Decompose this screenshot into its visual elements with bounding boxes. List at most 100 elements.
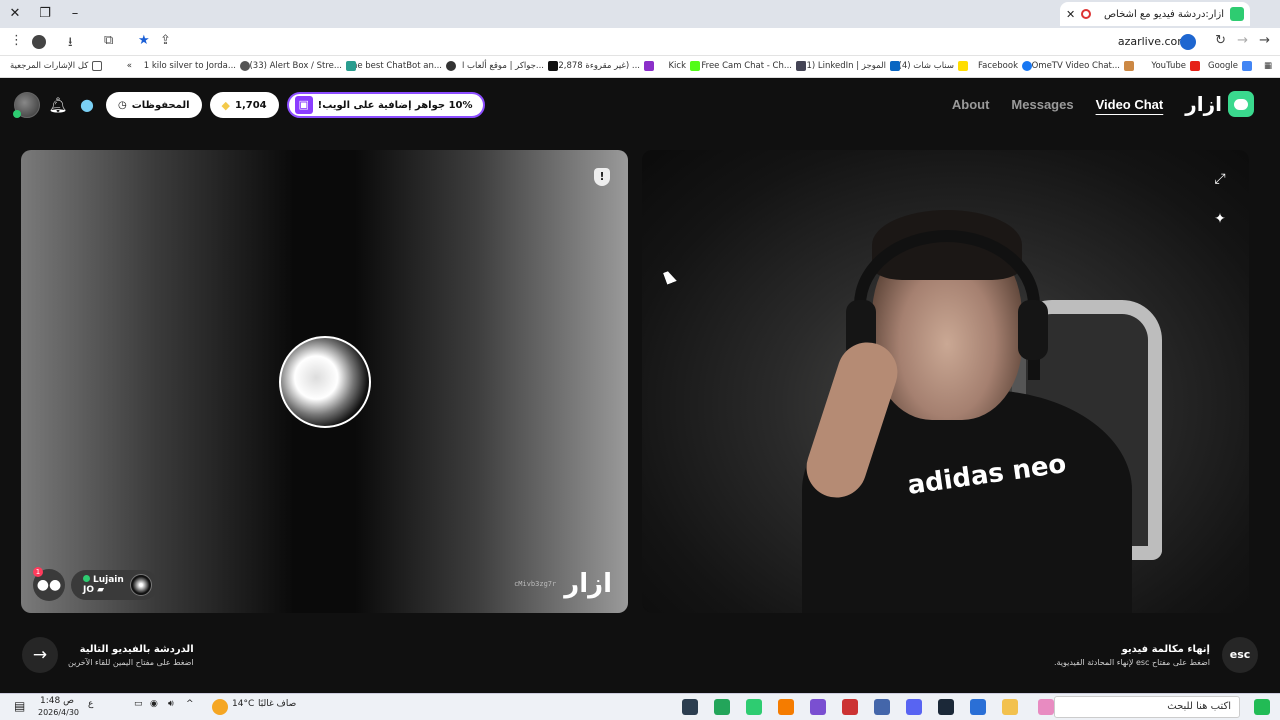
bell-icon[interactable]: 🔔︎ (48, 95, 68, 115)
bookmark-snapchat[interactable]: (4) سناب شات (899, 61, 968, 71)
clock-time[interactable]: 1:48 ص (40, 696, 74, 706)
close-tab-icon[interactable]: ✕ (1066, 8, 1075, 21)
user-avatar[interactable] (13, 92, 40, 118)
self-video-panel: adidas neo ⤢ ✦ (642, 150, 1249, 613)
nav-messages[interactable]: Messages (1011, 97, 1073, 112)
minimize-window-icon[interactable]: – (64, 4, 86, 24)
more-bookmarks-icon[interactable]: « (127, 61, 132, 71)
bookmark-google[interactable]: Google (1208, 61, 1252, 71)
weather-icon[interactable] (212, 699, 228, 715)
volume-icon[interactable]: 🔊︎ (168, 699, 174, 709)
next-video-chat[interactable]: → الدردشة بالفيديو التالية اضغط على مفتا… (22, 637, 194, 673)
jordan-flag-icon: ▰ (97, 585, 105, 595)
task-view-icon[interactable] (1034, 699, 1050, 715)
end-title: إنهاء مكالمة فيديو (1121, 643, 1210, 655)
recording-icon (1081, 9, 1092, 19)
azar-watermark: cMivb3zg7r ازار (514, 569, 612, 599)
all-bookmarks[interactable]: كل الإشارات المرجعية (10, 61, 103, 71)
watermark-text: ازار (564, 569, 612, 599)
bookmark-ometv[interactable]: OmeTV Video Chat... (1032, 61, 1134, 71)
nav-right: About Messages Video Chat ازار (952, 91, 1254, 117)
discord-icon[interactable] (906, 699, 922, 715)
chrome-icon[interactable] (746, 699, 762, 715)
bookmark-chatbot[interactable]: The best ChatBot an... (347, 61, 456, 71)
apps-grid-icon[interactable]: ▦ (1264, 61, 1272, 71)
browser-titlebar: ✕ ❐ – + أزار:دردشة فيديو مع أشخاص ✕ (0, 0, 1280, 28)
windows-taskbar: اكتب هنا للبحث صاف غالبًا 14°C ^ 🔊︎ ◉ ▭ … (0, 693, 1280, 720)
clock-icon: ◷ (118, 99, 127, 111)
nav-left: 🔔︎ ● ◷ المحفوظات ◆ 1,704 ▣ 10% جواهر إضا… (13, 92, 485, 118)
gift-offer-button[interactable]: ▣ 10% جواهر إضافية على الويب! (286, 92, 485, 118)
report-icon[interactable]: ! (594, 168, 610, 186)
nav-about[interactable]: About (952, 97, 990, 112)
gift-icon: ▣ (294, 96, 313, 114)
brand-wordmark: ازار (1185, 92, 1222, 116)
end-video-call[interactable]: إنهاء مكالمة فيديو اضغط على مفتاح esc لإ… (1054, 637, 1258, 673)
azar-logo-icon (1228, 91, 1254, 117)
file-explorer-icon[interactable] (1002, 699, 1018, 715)
chat-button[interactable]: 1 ●● (33, 567, 65, 601)
steam-icon[interactable] (938, 699, 954, 715)
gift-offer-label: 10% جواهر إضافية على الويب! (317, 99, 473, 111)
app-icon-3[interactable] (714, 699, 730, 715)
bookmark-silver[interactable]: 1 kilo silver to Jorda... (144, 61, 250, 71)
next-subtitle: اضغط على مفتاح اليمين للقاء الآخرين (68, 657, 194, 667)
notifications-icon[interactable]: ▤ (14, 699, 25, 713)
opera-icon[interactable] (842, 699, 858, 715)
partner-country: JO (83, 585, 94, 595)
azar-favicon-icon (1230, 7, 1244, 21)
extension-badge-icon[interactable] (1180, 34, 1196, 50)
tray-chevron-icon[interactable]: ^ (186, 699, 194, 709)
mic-icon[interactable]: ◉ (150, 699, 158, 709)
magic-wand-icon[interactable]: ✦ (1211, 210, 1229, 228)
profile-icon[interactable] (32, 35, 46, 49)
network-icon[interactable]: ▭ (134, 699, 143, 709)
gems-button[interactable]: ◆ 1,704 (209, 92, 279, 118)
taskbar-search[interactable]: اكتب هنا للبحث (1054, 696, 1240, 718)
download-icon[interactable]: ⭳ (68, 33, 73, 55)
partner-mini-avatar (129, 574, 152, 596)
next-arrow-icon[interactable]: → (22, 637, 58, 673)
clock-date[interactable]: 2026/4/30 (38, 708, 79, 717)
bookmark-facebook[interactable]: Facebook (978, 61, 1032, 71)
browser-tab[interactable]: أزار:دردشة فيديو مع أشخاص ✕ (1060, 2, 1250, 26)
bookmark-freecam[interactable]: Free Cam Chat - Ch... (701, 61, 806, 71)
address-bar: ⋮ ⭳ ⧉ ★ ⇪ azarlive.com ↻ → → (0, 28, 1280, 56)
app-icon-4[interactable] (682, 699, 698, 715)
bookmark-kick[interactable]: Kick (668, 61, 700, 71)
bookmark-mail[interactable]: (22,878 غير مقروءة) ... (550, 61, 654, 71)
azar-app: 🔔︎ ● ◷ المحفوظات ◆ 1,704 ▣ 10% جواهر إضا… (0, 79, 1280, 693)
back-icon[interactable]: → (1237, 33, 1248, 48)
gems-count: 1,704 (235, 99, 267, 111)
close-window-icon[interactable]: ✕ (4, 4, 26, 24)
bookmark-jawaker[interactable]: جواكر | موقع ألعاب ا... (462, 61, 558, 71)
bookmark-youtube[interactable]: YouTube (1151, 61, 1200, 71)
bookmark-linkedin[interactable]: (1) LinkedIn | الموجز (803, 61, 900, 71)
forward-icon[interactable]: → (1259, 33, 1270, 48)
weather-desc: صاف غالبًا (258, 699, 297, 709)
brand-logo[interactable]: ازار (1185, 91, 1254, 117)
bookmark-star-icon[interactable]: ★ (138, 33, 150, 48)
menu-dots-icon[interactable]: ⋮ (10, 33, 23, 48)
esc-button[interactable]: esc (1222, 637, 1258, 673)
store-icon[interactable] (874, 699, 890, 715)
chat-icon: ●● (36, 577, 62, 593)
saved-button[interactable]: ◷ المحفوظات (106, 92, 202, 118)
chat-bubble-icon[interactable]: ● (76, 94, 98, 116)
brave-icon[interactable] (778, 699, 794, 715)
expand-icon[interactable]: ⤢ (1211, 170, 1229, 188)
language-indicator[interactable]: ع (88, 699, 93, 709)
bookmark-alertbox[interactable]: (33) Alert Box / Stre... (249, 61, 356, 71)
url-text[interactable]: azarlive.com (1118, 35, 1188, 48)
user-video-feed: adidas neo (798, 190, 1132, 613)
share-icon[interactable]: ⇪ (160, 33, 171, 48)
extensions-icon[interactable]: ⧉ (104, 33, 113, 48)
start-icon[interactable] (1254, 699, 1270, 715)
app-icon-1[interactable] (970, 699, 986, 715)
partner-info: 1 ●● Lujain JO ▰ (33, 567, 158, 601)
partner-name-chip[interactable]: Lujain JO ▰ (71, 570, 158, 600)
reload-icon[interactable]: ↻ (1215, 33, 1226, 48)
app-icon-2[interactable] (810, 699, 826, 715)
nav-video-chat[interactable]: Video Chat (1096, 97, 1164, 112)
restore-window-icon[interactable]: ❐ (34, 4, 56, 24)
